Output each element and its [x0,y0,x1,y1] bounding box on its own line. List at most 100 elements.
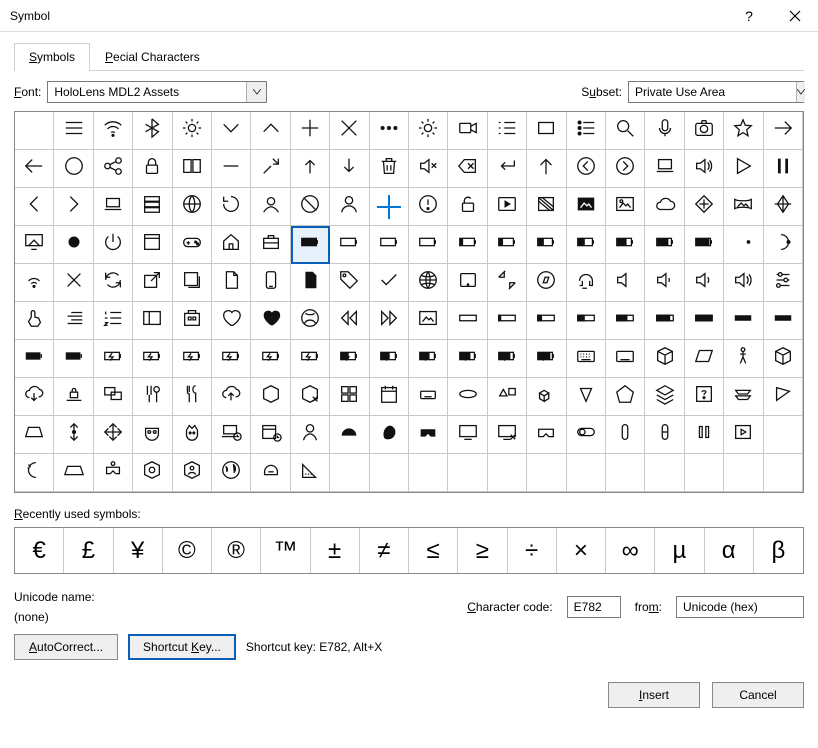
glyph-cloud-upload[interactable] [212,378,251,416]
glyph-battery-bar-full[interactable] [15,340,54,378]
glyph-picture[interactable] [409,302,448,340]
glyph-keyboard[interactable] [567,340,606,378]
glyph-arrow-up-small[interactable] [291,150,330,188]
recent-symbol[interactable]: β [754,528,803,573]
glyph-x-thin[interactable] [54,264,93,302]
glyph-circle-outline[interactable] [54,150,93,188]
glyph-monitors[interactable] [94,378,133,416]
glyph-heart-outline[interactable] [212,302,251,340]
glyph-eyedrop-right[interactable] [764,378,803,416]
glyph-camera[interactable] [685,112,724,150]
glyph-blank[interactable] [645,454,684,492]
glyph-question-keypad[interactable] [685,378,724,416]
glyph-volume0[interactable] [606,264,645,302]
glyph-windows-store[interactable] [173,302,212,340]
glyph-arrow-right[interactable] [764,112,803,150]
glyph-server-stack[interactable] [133,188,172,226]
glyph-dome-filled[interactable] [330,416,369,454]
recent-symbol[interactable]: £ [64,528,113,573]
glyph-numbered-list[interactable] [94,302,133,340]
glyph-document[interactable] [212,264,251,302]
glyph-vr-user[interactable] [94,454,133,492]
glyph-ruler-angle[interactable] [291,454,330,492]
glyph-battery-empty-1[interactable] [330,226,369,264]
recent-symbol[interactable]: € [15,528,64,573]
glyph-chevron-left[interactable] [15,188,54,226]
glyph-barfull2[interactable] [764,302,803,340]
glyph-home[interactable] [212,226,251,264]
shortcut-key-button[interactable]: Shortcut Key... [128,634,236,660]
glyph-stripes-panel[interactable] [527,188,566,226]
glyph-sd-card[interactable] [291,264,330,302]
glyph-battery10[interactable] [448,226,487,264]
glyph-keyboard-alt[interactable] [606,340,645,378]
glyph-refresh-ccw[interactable] [212,188,251,226]
glyph-blank[interactable] [685,454,724,492]
glyph-charge-2[interactable] [133,340,172,378]
glyph-microphone[interactable] [645,112,684,150]
glyph-charge-11[interactable] [488,340,527,378]
glyph-circle-chevron-left[interactable] [567,150,606,188]
glyph-charge-1[interactable] [94,340,133,378]
close-button[interactable] [772,0,818,32]
recent-symbol[interactable]: µ [655,528,704,573]
subset-input[interactable] [629,82,796,102]
glyph-windows-logo[interactable] [370,188,409,226]
recent-symbol[interactable]: ™ [261,528,310,573]
glyph-skip-back[interactable] [330,302,369,340]
tab-special-characters[interactable]: Pecial Characters [90,43,215,71]
glyph-blank[interactable] [448,454,487,492]
glyph-user[interactable] [330,188,369,226]
glyph-cloud[interactable] [645,188,684,226]
glyph-pause[interactable] [764,150,803,188]
font-combo[interactable] [47,81,267,103]
glyph-globe-grid[interactable] [173,188,212,226]
glyph-cube-outline[interactable] [645,340,684,378]
glyph-tv[interactable] [448,416,487,454]
glyph-bar0[interactable] [448,302,487,340]
glyph-pentagon[interactable] [606,378,645,416]
glyph-switch[interactable] [567,416,606,454]
glyph-bar10[interactable] [488,302,527,340]
glyph-barfull[interactable] [724,302,763,340]
glyph-block[interactable] [291,188,330,226]
glyph-chevron-right[interactable] [54,188,93,226]
subset-combo[interactable] [628,81,804,103]
glyph-image-outline[interactable] [606,188,645,226]
glyph-dot-filled[interactable] [54,226,93,264]
glyph-power[interactable] [94,226,133,264]
glyph-briefcase[interactable] [251,226,290,264]
glyph-battery-alt[interactable] [54,340,93,378]
recent-symbol[interactable]: ≥ [458,528,507,573]
glyph-charge-12[interactable] [527,340,566,378]
glyph-speaker[interactable] [685,150,724,188]
glyph-battery90[interactable] [685,226,724,264]
from-combo[interactable] [676,596,804,618]
recent-symbol[interactable]: ∞ [606,528,655,573]
glyph-battery-full[interactable] [291,226,330,264]
glyph-battery30[interactable] [527,226,566,264]
glyph-globe[interactable] [409,264,448,302]
glyph-list-right[interactable] [488,112,527,150]
glyph-arrow-return-left[interactable] [488,150,527,188]
tab-symbols[interactable]: Symbols [14,43,90,71]
subset-dropdown-button[interactable] [796,82,805,102]
glyph-compass[interactable] [527,264,566,302]
glyph-play-small[interactable] [724,416,763,454]
glyph-bar40[interactable] [567,302,606,340]
recent-symbol[interactable]: ≠ [360,528,409,573]
glyph-brightness[interactable] [173,112,212,150]
glyph-keyboard-small[interactable] [409,378,448,416]
glyph-charge-9[interactable] [409,340,448,378]
font-dropdown-button[interactable] [246,82,266,102]
glyph-wide-trapezoid[interactable] [54,454,93,492]
glyph-laptop-small[interactable] [94,188,133,226]
glyph-badge-user[interactable] [173,454,212,492]
glyph-laptop-time[interactable] [212,416,251,454]
glyph-rectangle[interactable] [527,112,566,150]
glyph-battery80[interactable] [645,226,684,264]
cancel-button[interactable]: Cancel [712,682,804,708]
glyph-blank[interactable] [724,454,763,492]
recent-symbol[interactable]: ÷ [508,528,557,573]
glyph-calendar[interactable] [370,378,409,416]
